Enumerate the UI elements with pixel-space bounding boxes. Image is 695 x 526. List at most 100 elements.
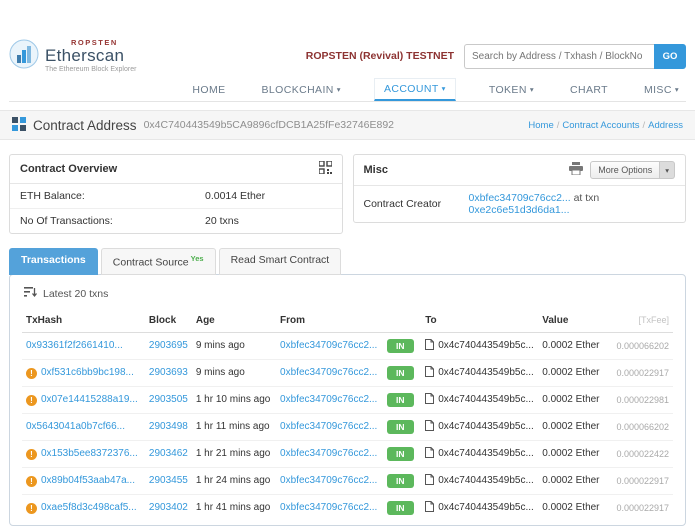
nav-chart[interactable]: CHART bbox=[567, 79, 611, 101]
txhash-link[interactable]: 0x153b5ee8372376... bbox=[41, 448, 138, 459]
block-link[interactable]: 2903693 bbox=[149, 367, 188, 378]
to-address: 0x4c740443549b5c... bbox=[438, 366, 534, 378]
nav-blockchain[interactable]: BLOCKCHAIN ▾ bbox=[259, 79, 344, 101]
from-address-link[interactable]: 0xbfec34709c76cc2... bbox=[280, 502, 377, 513]
value-cell: 0.0002 Ether bbox=[538, 467, 604, 495]
sort-icon bbox=[24, 286, 38, 301]
contract-document-icon bbox=[425, 473, 435, 488]
from-address-link[interactable]: 0xbfec34709c76cc2... bbox=[280, 448, 377, 459]
block-link[interactable]: 2903455 bbox=[149, 475, 188, 486]
search-go-button[interactable]: GO bbox=[654, 43, 686, 69]
nav-account[interactable]: ACCOUNT ▾ bbox=[373, 78, 456, 101]
search-input[interactable] bbox=[464, 43, 654, 69]
table-row: 0x93361f2f2661410... 2903695 9 mins ago … bbox=[22, 332, 673, 360]
block-link[interactable]: 2903498 bbox=[149, 421, 188, 432]
table-row: ! 0xae5f8d3c498caf5... 2903402 1 hr 41 mi… bbox=[22, 494, 673, 521]
direction-in-badge: IN bbox=[387, 473, 414, 488]
printer-icon[interactable] bbox=[569, 162, 584, 178]
breadcrumb-contract-accounts[interactable]: Contract Accounts bbox=[562, 120, 639, 131]
txfee-cell: 0.000066202 bbox=[603, 413, 673, 441]
txfee-cell: 0.000022917 bbox=[603, 467, 673, 495]
age-cell: 1 hr 11 mins ago bbox=[191, 413, 277, 441]
txhash-link[interactable]: 0x07e14415288a19... bbox=[41, 394, 138, 405]
col-header-txfee: [TxFee] bbox=[603, 308, 673, 333]
to-address: 0x4c740443549b5c... bbox=[438, 393, 534, 405]
value-cell: 0.0002 Ether bbox=[542, 502, 600, 513]
creator-txn-link[interactable]: 0xe2c6e51d3d6da1... bbox=[469, 204, 570, 216]
breadcrumb-home[interactable]: Home bbox=[528, 120, 553, 131]
more-options-button[interactable]: More Options bbox=[590, 161, 661, 179]
txfee-cell: 0.000022981 bbox=[603, 386, 673, 414]
age-cell: 1 hr 41 mins ago bbox=[195, 502, 271, 513]
table-row: ! 0x153b5ee8372376... 2903462 1 hr 21 min… bbox=[22, 440, 673, 468]
from-address-link[interactable]: 0xbfec34709c76cc2... bbox=[280, 421, 377, 432]
tab-read-smart-contract[interactable]: Read Smart Contract bbox=[218, 248, 342, 275]
txfee-cell: 0.000022917 bbox=[603, 359, 673, 387]
txhash-link[interactable]: 0xf531c6bb9bc198... bbox=[41, 367, 134, 378]
txhash-link[interactable]: 0x5643041a0b7cf66... bbox=[26, 421, 125, 432]
table-row: ! 0xf531c6bb9bc198... 2903693 9 mins ago … bbox=[22, 359, 673, 387]
table-row: ! 0x89b04f53aab47a... 2903455 1 hr 24 min… bbox=[22, 467, 673, 495]
contract-document-icon bbox=[425, 446, 435, 461]
age-cell: 1 hr 10 mins ago bbox=[191, 386, 277, 414]
col-header-value: Value bbox=[538, 308, 604, 333]
main-nav: HOME BLOCKCHAIN ▾ ACCOUNT ▾ TOKEN ▾ CHART M… bbox=[9, 76, 686, 102]
txhash-link[interactable]: 0x93361f2f2661410... bbox=[26, 340, 123, 351]
tab-bar: Transactions Contract Source Yes Read Sma… bbox=[9, 248, 686, 275]
from-address-link[interactable]: 0xbfec34709c76cc2... bbox=[280, 394, 377, 405]
tab-transactions[interactable]: Transactions bbox=[9, 248, 98, 275]
direction-in-badge: IN bbox=[387, 392, 414, 407]
txhash-link[interactable]: 0x89b04f53aab47a... bbox=[41, 475, 135, 486]
transactions-panel: Latest 20 txns TxHash Block Age From To … bbox=[9, 273, 686, 526]
block-link[interactable]: 2903695 bbox=[149, 340, 188, 351]
searchbox: GO bbox=[464, 43, 686, 69]
direction-in-badge: IN bbox=[387, 446, 414, 461]
direction-in-badge: IN bbox=[387, 338, 414, 353]
value-cell: 0.0002 Ether bbox=[538, 386, 604, 414]
age-cell: 1 hr 21 mins ago bbox=[191, 440, 277, 468]
contract-overview-panel: Contract Overview ETH Balance: 0.0014 Et… bbox=[9, 154, 343, 234]
age-cell: 9 mins ago bbox=[191, 359, 277, 387]
from-address-link[interactable]: 0xbfec34709c76cc2... bbox=[280, 475, 377, 486]
block-link[interactable]: 2903402 bbox=[149, 502, 188, 513]
chevron-down-icon: ▾ bbox=[336, 85, 341, 95]
contract-document-icon bbox=[425, 419, 435, 434]
eth-balance-value: 0.0014 Ether bbox=[205, 190, 266, 202]
brand-tagline: The Ethereum Block Explorer bbox=[45, 65, 137, 73]
contract-creator-row: Contract Creator 0xbfec34709c76cc2... at… bbox=[363, 192, 600, 216]
from-address-link[interactable]: 0xbfec34709c76cc2... bbox=[280, 367, 377, 378]
warning-icon: ! bbox=[26, 475, 37, 487]
page-title: Contract Address bbox=[33, 117, 137, 133]
from-address-link[interactable]: 0xbfec34709c76cc2... bbox=[280, 340, 377, 351]
to-address: 0x4c740443549b5c... bbox=[438, 339, 534, 351]
col-header-direction bbox=[383, 308, 422, 333]
txn-count-row: No Of Transactions: 20 txns bbox=[20, 215, 239, 227]
breadcrumb-address[interactable]: Address bbox=[648, 120, 683, 131]
to-address: 0x4c740443549b5c... bbox=[438, 474, 534, 486]
nav-home[interactable]: HOME bbox=[189, 79, 228, 101]
to-address: 0x4c740443549b5c... bbox=[438, 420, 534, 432]
chevron-down-icon: ▾ bbox=[441, 84, 446, 94]
creator-address-link[interactable]: 0xbfec34709c76cc2... bbox=[469, 192, 571, 204]
nav-token[interactable]: TOKEN ▾ bbox=[486, 79, 537, 101]
txfee-cell: 0.000022917 bbox=[616, 502, 669, 513]
chevron-down-icon: ▾ bbox=[529, 85, 534, 95]
qr-code-icon[interactable] bbox=[317, 160, 333, 177]
etherscan-logo-icon bbox=[9, 39, 39, 72]
txhash-link[interactable]: 0xae5f8d3c498caf5... bbox=[41, 502, 137, 513]
tx-table-body: 0x93361f2f2661410... 2903695 9 mins ago … bbox=[22, 332, 673, 521]
txfee-cell: 0.000066202 bbox=[603, 332, 673, 360]
col-header-from: From bbox=[276, 308, 384, 333]
value-cell: 0.0002 Ether bbox=[538, 359, 604, 387]
block-link[interactable]: 2903505 bbox=[149, 394, 188, 405]
nav-misc[interactable]: MISC ▾ bbox=[641, 79, 682, 101]
to-address: 0x4c740443549b5c... bbox=[438, 447, 534, 459]
tab-contract-source[interactable]: Contract Source Yes bbox=[100, 248, 216, 275]
more-options-caret-button[interactable]: ▾ bbox=[660, 161, 675, 179]
table-row: 0x5643041a0b7cf66... 2903498 1 hr 11 min… bbox=[22, 413, 673, 441]
eth-balance-row: ETH Balance: 0.0014 Ether bbox=[10, 184, 342, 209]
overview-title: Contract Overview bbox=[20, 163, 118, 175]
etherscan-logo[interactable]: ROPSTEN Etherscan The Ethereum Block Exp… bbox=[9, 39, 136, 73]
chevron-down-icon: ▾ bbox=[674, 85, 679, 95]
block-link[interactable]: 2903462 bbox=[149, 448, 188, 459]
